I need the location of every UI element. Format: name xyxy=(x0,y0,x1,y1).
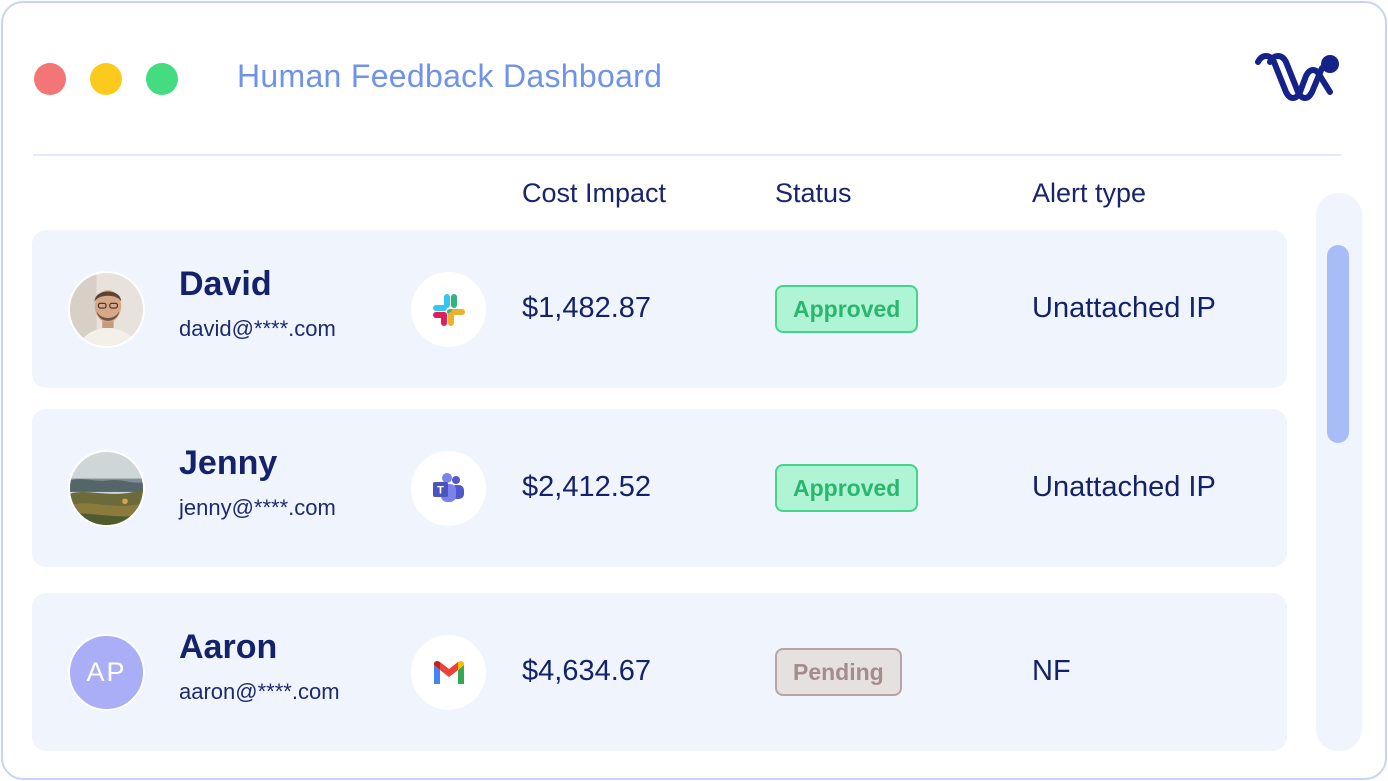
cost-impact-value: $2,412.52 xyxy=(522,471,652,503)
brand-logo-icon xyxy=(1255,53,1339,101)
user-name: Aaron xyxy=(179,628,278,666)
status-badge: Approved xyxy=(775,464,919,512)
table-row[interactable]: AP Aaron aaron@****.com $4,634.67 Pendin… xyxy=(32,593,1287,751)
column-header-cost: Cost Impact xyxy=(522,178,667,208)
column-header-alert: Alert type xyxy=(1032,178,1147,208)
user-email: david@****.com xyxy=(179,316,336,341)
alert-type-value: Unattached IP xyxy=(1032,471,1216,503)
svg-text:T: T xyxy=(437,484,444,496)
alert-type-value: Unattached IP xyxy=(1032,292,1216,324)
status-badge: Pending xyxy=(775,648,902,696)
column-header-status: Status xyxy=(775,178,852,208)
cost-impact-value: $4,634.67 xyxy=(522,655,652,687)
scrollbar-track[interactable] xyxy=(1316,193,1362,751)
microsoft-teams-icon: T xyxy=(411,451,486,526)
user-name: Jenny xyxy=(179,444,278,482)
window-close-button[interactable] xyxy=(34,63,66,95)
avatar: AP xyxy=(68,634,145,711)
window-maximize-button[interactable] xyxy=(146,63,178,95)
status-badge: Approved xyxy=(775,285,919,333)
window-minimize-button[interactable] xyxy=(90,63,122,95)
slack-icon xyxy=(411,272,486,347)
gmail-icon xyxy=(411,635,486,710)
avatar xyxy=(68,450,145,527)
cost-impact-value: $1,482.87 xyxy=(522,292,652,324)
header-divider xyxy=(33,154,1341,156)
alert-type-value: NF xyxy=(1032,655,1071,687)
user-email: jenny@****.com xyxy=(179,495,336,520)
table-row[interactable]: David david@****.com $1,482.87 Approved … xyxy=(32,230,1287,388)
avatar-photo-icon xyxy=(70,452,143,525)
table-row[interactable]: Jenny jenny@****.com T $2,412.52 Approve… xyxy=(32,409,1287,567)
avatar xyxy=(68,271,145,348)
user-email: aaron@****.com xyxy=(179,679,340,704)
window-title: Human Feedback Dashboard xyxy=(237,58,663,94)
scrollbar-thumb[interactable] xyxy=(1327,245,1349,443)
avatar-photo-icon xyxy=(70,273,143,346)
user-name: David xyxy=(179,265,272,303)
